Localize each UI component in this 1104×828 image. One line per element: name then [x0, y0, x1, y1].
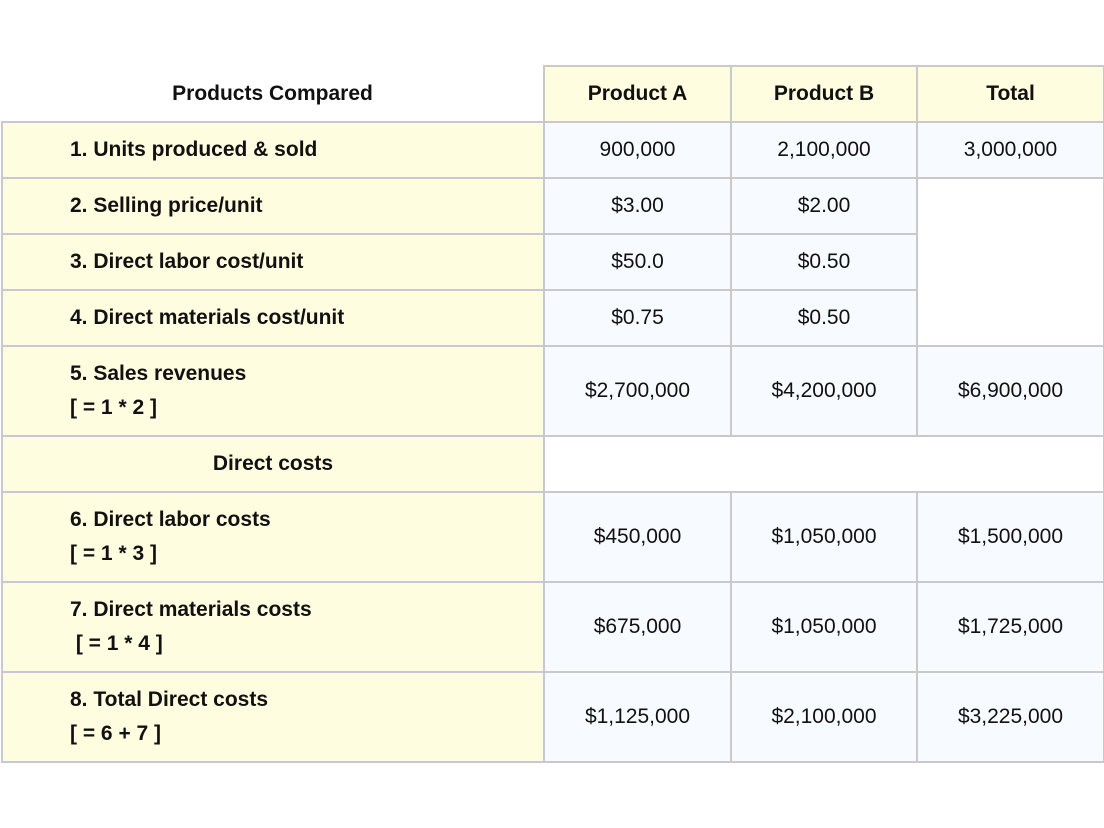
section-row-direct-costs: Direct costs [1, 435, 1104, 493]
column-header-total: Total [916, 65, 1104, 123]
cell-product-b: $1,050,000 [730, 491, 918, 583]
cell-product-a: $1,125,000 [543, 671, 732, 763]
row-label: 1. Units produced & sold [1, 121, 545, 179]
row-label-cell: 6. Direct labor costs [ = 1 * 3 ] [1, 491, 545, 583]
cost-comparison-table: Products Compared Product A Product B To… [1, 65, 1104, 763]
row-label: 7. Direct materials costs [70, 598, 312, 621]
cell-product-a: $50.0 [543, 233, 732, 291]
table-row-direct-labor-costs: 6. Direct labor costs [ = 1 * 3 ] $450,0… [1, 491, 1104, 583]
cell-total: $1,500,000 [916, 491, 1104, 583]
cell-product-a: $0.75 [543, 289, 732, 347]
row-label: 6. Direct labor costs [70, 508, 271, 531]
header-row: Products Compared Product A Product B To… [2, 65, 1104, 123]
cell-total-empty-merged [916, 177, 1104, 347]
cell-product-b: $2.00 [730, 177, 918, 235]
row-label-cell: 7. Direct materials costs [ = 1 * 4 ] [1, 581, 545, 673]
cell-product-a: 900,000 [543, 121, 732, 179]
cell-product-b: $0.50 [730, 289, 918, 347]
row-formula: [ = 1 * 4 ] [70, 632, 163, 655]
row-formula: [ = 6 + 7 ] [70, 722, 162, 745]
cell-total: $6,900,000 [916, 345, 1104, 437]
column-header-product-b: Product B [730, 65, 918, 123]
row-label: 5. Sales revenues [70, 362, 247, 385]
row-label: 4. Direct materials cost/unit [1, 289, 545, 347]
cell-product-b: $1,050,000 [730, 581, 918, 673]
row-formula: [ = 1 * 2 ] [70, 396, 157, 419]
cell-product-a: $2,700,000 [543, 345, 732, 437]
corner-header: Products Compared [2, 66, 545, 123]
cell-total: $3,225,000 [916, 671, 1104, 763]
row-label: 3. Direct labor cost/unit [1, 233, 545, 291]
row-label: 8. Total Direct costs [70, 688, 269, 711]
section-empty-cell [543, 435, 1104, 493]
row-formula: [ = 1 * 3 ] [70, 542, 157, 565]
table-row-selling-price: 2. Selling price/unit $3.00 $2.00 [1, 177, 1104, 347]
cell-product-b: $2,100,000 [730, 671, 918, 763]
cell-product-b: $0.50 [730, 233, 918, 291]
table-row-units: 1. Units produced & sold 900,000 2,100,0… [1, 121, 1104, 179]
table-row-sales-revenues: 5. Sales revenues [ = 1 * 2 ] $2,700,000… [1, 345, 1104, 437]
cell-product-a: $3.00 [543, 177, 732, 235]
cost-comparison-table-wrapper: Products Compared Product A Product B To… [1, 65, 1104, 763]
cell-product-a: $450,000 [543, 491, 732, 583]
cell-product-a: $675,000 [543, 581, 732, 673]
cell-product-b: 2,100,000 [730, 121, 918, 179]
cell-product-b: $4,200,000 [730, 345, 918, 437]
row-label-cell: 5. Sales revenues [ = 1 * 2 ] [1, 345, 545, 437]
table-row-total-direct-costs: 8. Total Direct costs [ = 6 + 7 ] $1,125… [1, 671, 1104, 763]
section-header: Direct costs [1, 435, 545, 493]
row-label-cell: 8. Total Direct costs [ = 6 + 7 ] [1, 671, 545, 763]
row-label: 2. Selling price/unit [1, 177, 545, 235]
column-header-product-a: Product A [543, 65, 732, 123]
table-row-direct-materials-costs: 7. Direct materials costs [ = 1 * 4 ] $6… [1, 581, 1104, 673]
cell-total: $1,725,000 [916, 581, 1104, 673]
cell-total: 3,000,000 [916, 121, 1104, 179]
